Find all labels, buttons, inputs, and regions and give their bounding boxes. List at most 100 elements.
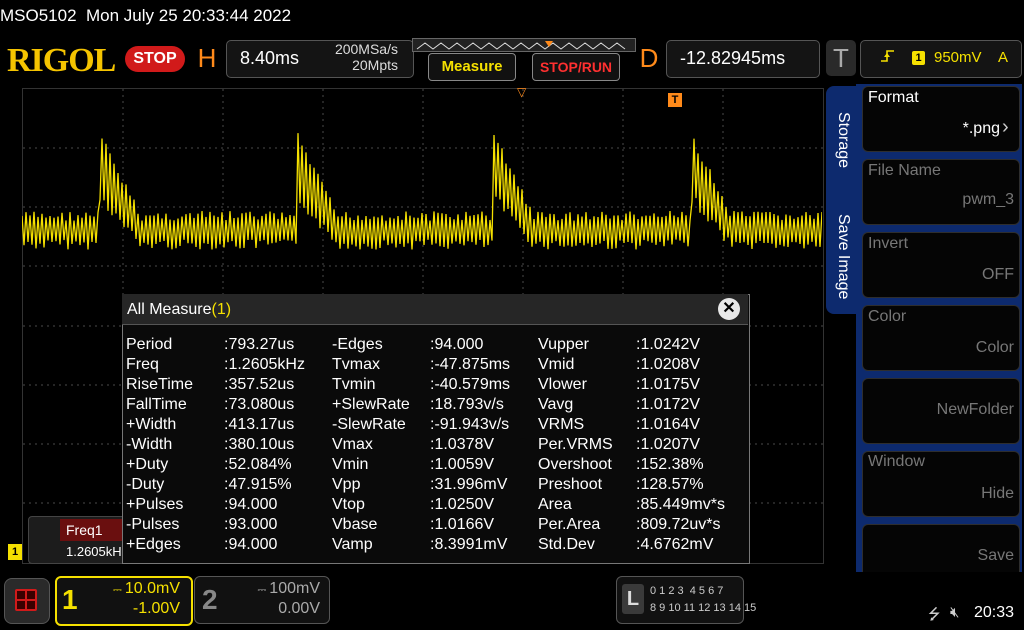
trigger-position-marker: ▽ [517,85,527,99]
all-measure-title-text: All Measure [127,301,212,318]
menu-label-format: Format [868,89,919,106]
measure-value: :1.0175V [636,376,701,393]
measure-name: -Edges [332,336,383,353]
trigger-channel-badge: 1 [912,51,925,65]
menu-value-file-name: pwm_3 [962,191,1014,208]
tab-save-image[interactable]: Save Image [834,214,852,299]
status-clock: 20:33 [974,604,1015,621]
stop-run-button[interactable]: STOP/RUN [532,53,620,81]
timebase-value: 8.40ms [240,48,300,68]
all-measure-title: All Measure(1) [127,301,231,319]
measure-name: Std.Dev [538,536,595,553]
menu-value-color: Color [975,339,1014,356]
measure-value: :93.000 [224,516,278,533]
trigger-mode: A [998,49,1009,66]
ch2-scale: ⎓ 100mV [257,580,320,597]
measure-name: RiseTime [126,376,193,393]
run-state-badge[interactable]: STOP [125,46,185,72]
freq-tile-title: Freq1 [66,522,103,538]
logic-analyzer-key: L [622,584,644,614]
close-icon[interactable]: ✕ [718,298,740,320]
grid-menu-icon [15,589,37,611]
measure-name: Vpp [332,476,361,493]
measure-name: Tvmax [332,356,380,373]
measure-name: Vupper [538,336,589,353]
measure-value: :380.10us [224,436,295,453]
measure-name: -Pulses [126,516,180,533]
measure-name: Vmin [332,456,369,473]
usb-icon: ⭍ [928,606,941,623]
rising-edge-icon [880,48,896,67]
measure-value: :94.000 [430,336,484,353]
measure-name: Per.Area [538,516,601,533]
trigger-level-value: 950mV [934,49,982,66]
ch1-waveform [22,133,822,250]
brand-logo: RIGOL [7,42,116,79]
measure-name: VRMS [538,416,585,433]
measure-name: Freq [126,356,159,373]
measure-value: :-91.943v/s [430,416,510,433]
menu-label-color: Color [868,308,907,325]
measure-name: Vmid [538,356,575,373]
measure-name: -Duty [126,476,165,493]
la-channels-row1: 0 1 2 3 4 5 6 7 [650,585,724,597]
la-channels-row2: 8 9 10 11 12 13 14 15 [650,602,757,614]
measure-value: :152.38% [636,456,704,473]
menu-label-window: Window [868,453,925,470]
measure-value: :1.0378V [430,436,495,453]
measure-name: Per.VRMS [538,436,613,453]
trigger-strip-graphic [416,41,626,50]
menu-value-window: Hide [981,485,1014,502]
horizontal-key[interactable]: H [192,40,222,76]
delay-value: -12.82945ms [680,48,786,68]
menu-value-format: *.png [962,120,1000,137]
memory-depth: 20Mpts [352,57,398,73]
trigger-level-marker[interactable]: T [668,93,682,107]
ch2-number: 2 [202,584,218,615]
measure-value: :85.449mv*s [636,496,725,513]
measure-value: :413.17us [224,416,295,433]
measure-value: :1.0242V [636,336,701,353]
freq-tile-value: 1.2605kHz [66,544,124,559]
measure-value: :52.084% [224,456,292,473]
measure-value: :1.2605kHz [224,356,305,373]
menu-label-file-name: File Name [868,162,941,179]
measure-value: :1.0164V [636,416,701,433]
speaker-muted-icon[interactable]: 🔇︎ [950,604,959,621]
measure-value: :31.996mV [430,476,508,493]
measure-button[interactable]: Measure [428,53,516,81]
sample-rate: 200MSa/s [334,41,398,57]
tab-storage[interactable]: Storage [834,112,852,168]
measure-value: :73.080us [224,396,295,413]
measure-name: +Pulses [126,496,184,513]
measure-value: :1.0166V [430,516,495,533]
measure-name: Vlower [538,376,587,393]
measure-value: :94.000 [224,536,278,553]
measure-name: FallTime [126,396,187,413]
measure-name: Vbase [332,516,378,533]
ch2-offset: 0.00V [278,600,320,617]
measure-name: Vamp [332,536,373,553]
measure-name: Preshoot [538,476,603,493]
delay-key[interactable]: D [634,40,664,76]
measure-name: Vtop [332,496,365,513]
measure-value: :1.0059V [430,456,495,473]
ch1-number: 1 [62,584,78,615]
trigger-key[interactable]: T [826,40,856,76]
measure-name: Area [538,496,572,513]
measure-value: :1.0207V [636,436,701,453]
measure-name: -Width [126,436,173,453]
chevron-right-icon: › [1002,116,1009,138]
menu-value-save: Save [977,547,1014,564]
model-datetime: MSO5102 Mon July 25 20:33:44 2022 [0,6,292,25]
measure-name: -SlewRate [332,416,406,433]
menu-label-invert: Invert [868,235,909,252]
measure-value: :128.57% [636,476,704,493]
ch1-offset: -1.00V [132,600,180,617]
trigger-position-strip [412,38,636,52]
measure-name: Overshoot [538,456,612,473]
measure-value: :-47.875ms [430,356,511,373]
measure-value: :4.6762mV [636,536,714,553]
ch1-scale-value: 10.0mV [124,580,180,597]
ch1-offset-marker[interactable]: 1 [8,544,22,560]
